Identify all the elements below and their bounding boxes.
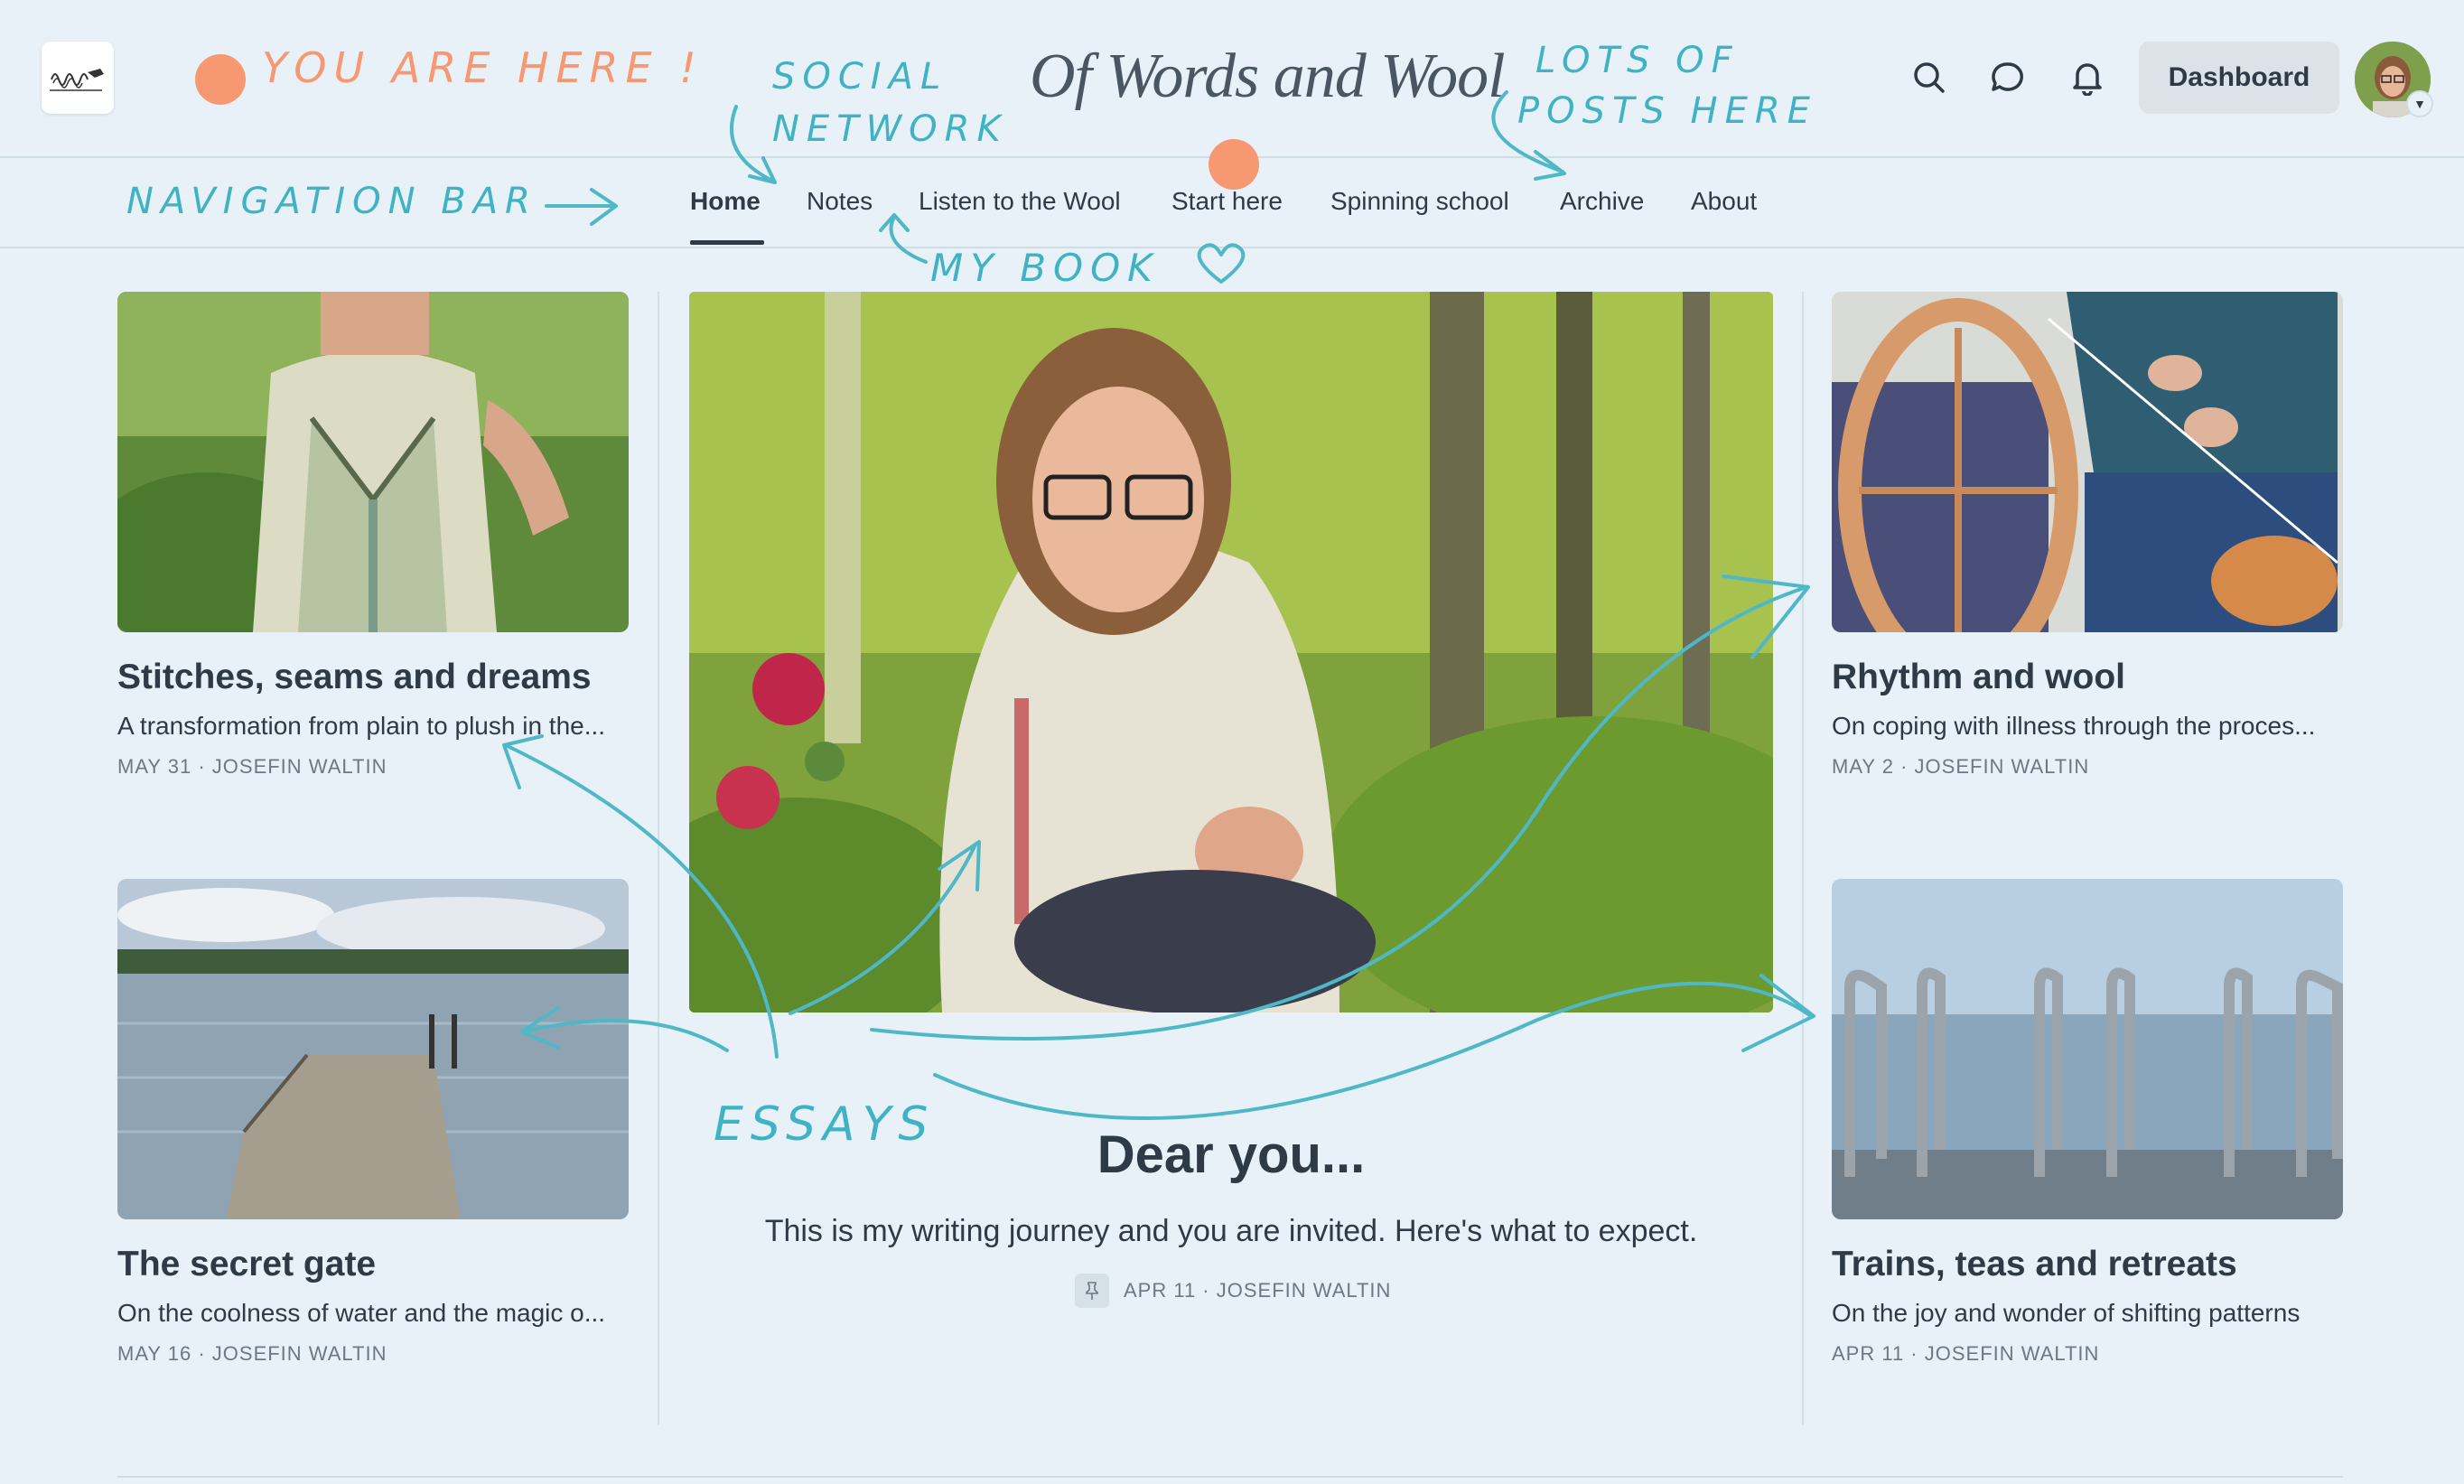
post-subtitle: A transformation from plain to plush in … — [117, 712, 606, 740]
post-image — [1832, 292, 2343, 632]
nav-active-indicator — [690, 240, 764, 245]
post-meta: MAY 31 · JOSEFIN WALTIN — [117, 755, 387, 778]
annotation-you-are-here: YOU ARE HERE ! — [262, 43, 704, 92]
featured-post-image[interactable] — [689, 292, 1773, 1013]
annotation-social-line1: SOCIAL — [772, 56, 948, 98]
column-divider — [1802, 292, 1804, 1425]
post-title[interactable]: The secret gate — [117, 1245, 641, 1284]
chat-button[interactable] — [1984, 54, 2031, 101]
post-subtitle: On coping with illness through the proce… — [1832, 712, 2316, 740]
annotation-social-line2: NETWORK — [772, 108, 1008, 150]
post-meta: MAY 16 · JOSEFIN WALTIN — [117, 1342, 387, 1365]
bell-icon — [2073, 63, 2102, 96]
featured-post-subtitle: This is my writing journey and you are i… — [764, 1214, 1698, 1248]
nav-spinning-school[interactable]: Spinning school — [1330, 187, 1509, 216]
post-title[interactable]: Rhythm and wool — [1832, 658, 2356, 697]
site-title[interactable]: Of Words and Wool — [1030, 36, 1506, 117]
annotation-navigation-bar: NAVIGATION BAR — [126, 181, 537, 222]
post-card-stitches[interactable]: Stitches, seams and dreams A transformat… — [117, 292, 641, 798]
post-meta: MAY 2 · JOSEFIN WALTIN — [1832, 755, 2090, 778]
chat-icon — [1992, 62, 2023, 91]
post-subtitle: On the coolness of water and the magic o… — [117, 1299, 606, 1327]
account-menu-toggle[interactable]: ▼ — [2406, 90, 2433, 117]
post-subtitle: On the joy and wonder of shifting patter… — [1832, 1299, 2301, 1327]
nav-archive[interactable]: Archive — [1560, 187, 1644, 216]
you-are-here-dot — [195, 54, 246, 105]
annotation-my-book: MY BOOK — [930, 246, 1160, 290]
post-title[interactable]: Stitches, seams and dreams — [117, 658, 641, 697]
post-card-secret-gate[interactable]: The secret gate On the coolness of water… — [117, 879, 641, 1385]
logo-icon — [50, 69, 104, 91]
post-image — [117, 292, 629, 632]
post-image — [1832, 879, 2343, 1219]
post-meta: APR 11 · JOSEFIN WALTIN — [1832, 1342, 2100, 1365]
nav-listen-to-the-wool[interactable]: Listen to the Wool — [919, 187, 1121, 216]
pin-icon — [1075, 1274, 1109, 1308]
search-button[interactable] — [1906, 54, 1953, 101]
start-here-dot — [1209, 139, 1259, 190]
chevron-down-icon: ▼ — [2413, 97, 2426, 111]
site-logo[interactable] — [42, 42, 114, 114]
nav-home[interactable]: Home — [690, 187, 761, 216]
featured-post-meta: APR 11 · JOSEFIN WALTIN — [1075, 1274, 1391, 1308]
annotation-lots-line2: POSTS HERE — [1517, 90, 1817, 132]
post-image — [117, 879, 629, 1219]
search-icon — [1914, 62, 1945, 93]
annotation-essays: ESSAYS — [714, 1097, 936, 1152]
annotation-lots-line1: LOTS OF — [1535, 40, 1740, 81]
footer-divider — [117, 1476, 2343, 1478]
notifications-button[interactable] — [2064, 54, 2111, 101]
heart-icon — [1197, 243, 1246, 284]
nav-about[interactable]: About — [1691, 187, 1757, 216]
column-divider — [658, 292, 659, 1425]
post-card-rhythm-and-wool[interactable]: Rhythm and wool On coping with illness t… — [1832, 292, 2356, 798]
nav-start-here[interactable]: Start here — [1171, 187, 1283, 216]
post-title[interactable]: Trains, teas and retreats — [1832, 1245, 2356, 1284]
featured-post-meta-text: APR 11 · JOSEFIN WALTIN — [1124, 1279, 1392, 1302]
post-card-trains-teas[interactable]: Trains, teas and retreats On the joy and… — [1832, 879, 2356, 1385]
nav-notes[interactable]: Notes — [807, 187, 873, 216]
page: Of Words and Wool Dashboard ▼ Home Notes… — [0, 0, 2464, 1484]
dashboard-button[interactable]: Dashboard — [2139, 42, 2339, 114]
